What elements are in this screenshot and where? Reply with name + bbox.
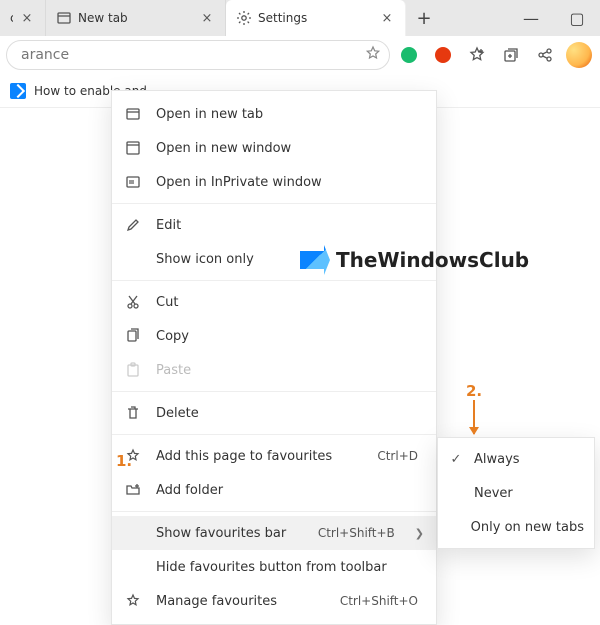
new-tab-icon <box>124 106 142 122</box>
menu-copy[interactable]: Copy <box>112 319 436 353</box>
window-controls: — ▢ <box>508 0 600 36</box>
address-text: arance <box>21 47 365 63</box>
tab-partial[interactable]: cks, H × <box>0 0 46 36</box>
submenu-never[interactable]: Never <box>438 476 594 510</box>
extension-grammarly[interactable] <box>394 40 424 70</box>
annotation-arrow <box>473 400 475 434</box>
context-menu: Open in new tab Open in new window Open … <box>111 90 437 625</box>
maximize-button[interactable]: ▢ <box>554 0 600 36</box>
menu-add-page-favourites[interactable]: Add this page to favourites Ctrl+D <box>112 439 436 473</box>
menu-edit[interactable]: Edit <box>112 208 436 242</box>
tab-label: cks, H <box>10 11 13 25</box>
watermark-text: TheWindowsClub <box>336 248 529 272</box>
watermark-logo-icon <box>300 245 330 275</box>
menu-manage-favourites[interactable]: Manage favourites Ctrl+Shift+O <box>112 584 436 618</box>
close-icon[interactable]: × <box>19 11 35 26</box>
annotation-step-1: 1. <box>116 452 132 470</box>
separator <box>112 203 436 204</box>
menu-paste: Paste <box>112 353 436 387</box>
new-tab-button[interactable]: + <box>406 0 442 36</box>
menu-add-folder[interactable]: Add folder <box>112 473 436 507</box>
tab-label: New tab <box>78 11 193 25</box>
minimize-button[interactable]: — <box>508 0 554 36</box>
titlebar: cks, H × New tab × Settings × + — ▢ <box>0 0 600 36</box>
copy-icon <box>124 328 142 344</box>
profile-button[interactable] <box>564 40 594 70</box>
trash-icon <box>124 405 142 421</box>
green-circle-icon <box>401 47 417 63</box>
red-circle-icon <box>435 47 451 63</box>
tab-newtab[interactable]: New tab × <box>46 0 226 36</box>
favorites-star-icon <box>468 46 486 64</box>
address-bar[interactable]: arance <box>6 40 390 70</box>
inprivate-icon <box>124 174 142 190</box>
submenu-only-new-tabs[interactable]: Only on new tabs <box>438 510 594 544</box>
menu-open-new-window[interactable]: Open in new window <box>112 131 436 165</box>
share-button[interactable] <box>530 40 560 70</box>
scissors-icon <box>124 294 142 310</box>
watermark: TheWindowsClub <box>300 245 529 275</box>
close-icon[interactable]: × <box>379 11 395 26</box>
toolbar: arance <box>0 36 600 74</box>
favourite-site-icon[interactable] <box>10 83 26 99</box>
menu-open-new-tab[interactable]: Open in new tab <box>112 97 436 131</box>
check-icon: ✓ <box>448 452 464 467</box>
collections-icon <box>502 46 520 64</box>
menu-delete[interactable]: Delete <box>112 396 436 430</box>
newtab-icon <box>56 10 72 26</box>
extension-opera[interactable] <box>428 40 458 70</box>
avatar <box>566 42 592 68</box>
annotation-step-2: 2. <box>466 382 482 400</box>
new-window-icon <box>124 140 142 156</box>
star-list-icon <box>124 593 142 609</box>
collections-button[interactable] <box>496 40 526 70</box>
menu-show-favourites-bar[interactable]: Show favourites bar Ctrl+Shift+B ❯ <box>112 516 436 550</box>
separator <box>112 280 436 281</box>
folder-plus-icon <box>124 482 142 498</box>
separator <box>112 434 436 435</box>
tab-label: Settings <box>258 11 373 25</box>
gear-icon <box>236 10 252 26</box>
close-icon[interactable]: × <box>199 11 215 26</box>
separator <box>112 511 436 512</box>
menu-cut[interactable]: Cut <box>112 285 436 319</box>
tab-settings[interactable]: Settings × <box>226 0 406 36</box>
paste-icon <box>124 362 142 378</box>
menu-hide-favourites-button[interactable]: Hide favourites button from toolbar <box>112 550 436 584</box>
chevron-right-icon: ❯ <box>415 527 424 540</box>
separator <box>112 391 436 392</box>
pencil-icon <box>124 217 142 233</box>
menu-open-inprivate[interactable]: Open in InPrivate window <box>112 165 436 199</box>
favorites-menu-button[interactable] <box>462 40 492 70</box>
submenu-show-favourites-bar: ✓ Always Never Only on new tabs <box>437 437 595 549</box>
share-icon <box>536 46 554 64</box>
plus-icon: + <box>416 8 431 29</box>
submenu-always[interactable]: ✓ Always <box>438 442 594 476</box>
favorite-outline-icon[interactable] <box>365 45 381 65</box>
